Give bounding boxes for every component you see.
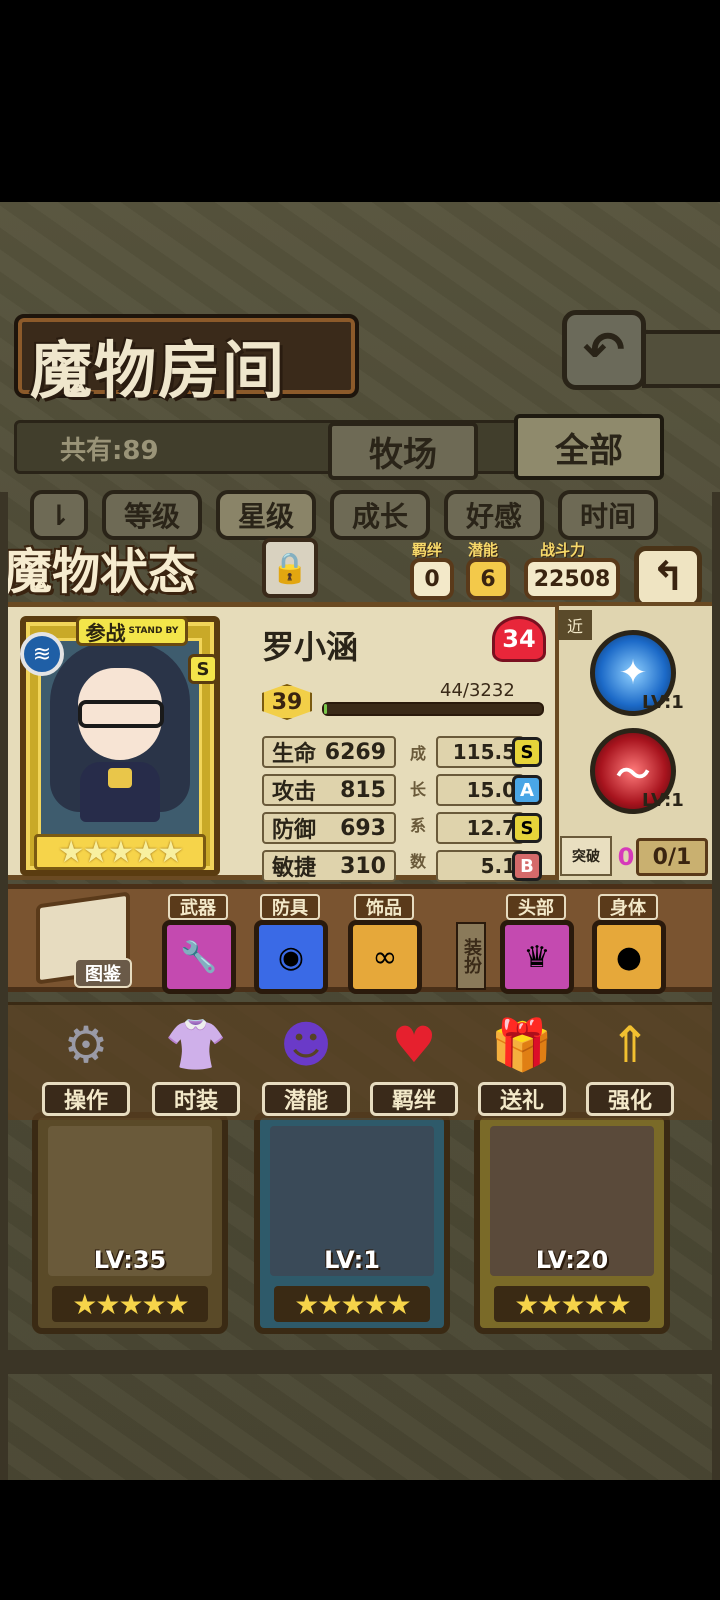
monster-stars-2: ★★★★★ <box>274 1286 430 1322</box>
body-slot[interactable]: ● <box>592 920 666 994</box>
power-value: 22508 <box>524 558 620 600</box>
monster-stars-3: ★★★★★ <box>494 1286 650 1322</box>
action-bond[interactable]: ♥ 羁绊 <box>366 1002 462 1118</box>
monster-bow <box>108 768 132 788</box>
armor-slot-label: 防具 <box>260 894 320 920</box>
monster-card-2[interactable]: LV:1 ★★★★★ <box>254 1112 450 1334</box>
action-potential[interactable]: ☻ 潜能 <box>258 1002 354 1118</box>
monster-level-1: LV:35 <box>93 1246 167 1274</box>
crown-icon: ♛ <box>523 939 551 975</box>
growth-def: 12.7 <box>436 812 524 844</box>
body-slot-label: 身体 <box>598 894 658 920</box>
lock-icon: 🔒 <box>271 550 309 586</box>
monster-card-1[interactable]: LV:35 ★★★★★ <box>32 1112 228 1334</box>
monster-count: 共有:89 <box>60 436 159 466</box>
codex-label[interactable]: 图鉴 <box>74 958 132 988</box>
break-progress[interactable]: 0/1 <box>636 838 708 876</box>
back-arrow-icon: ↶ <box>583 321 625 379</box>
stat-def: 防御 693 <box>262 812 396 844</box>
shield-icon: ◉ <box>277 939 305 975</box>
demon-icon: ☻ <box>279 1016 333 1074</box>
stat-hp: 生命 6269 <box>262 736 396 768</box>
weapon-slot-label: 武器 <box>168 894 228 920</box>
grade-agi: B <box>512 851 542 881</box>
potential-label: 潜能 <box>468 541 499 559</box>
action-operate[interactable]: ⚙ 操作 <box>38 1002 134 1118</box>
up-arrows-icon: ⇑ <box>609 1016 651 1074</box>
grade-def: S <box>512 813 542 843</box>
room-title: 魔物房间 <box>30 334 287 407</box>
close-status-button[interactable]: ↰ <box>634 546 702 608</box>
growth-hp: 115.5 <box>436 736 524 768</box>
accessory-slot-label: 饰品 <box>354 894 414 920</box>
game-area: 魔物房间 ↶ 共有:89 牧场 全部 ⇂ 等级 星级 成长 好感 时间 LV:3… <box>0 202 720 1480</box>
exp-text: 44/3232 <box>440 680 515 701</box>
ring-icon: ∞ <box>372 939 398 975</box>
sort-growth[interactable]: 成长 <box>330 490 430 540</box>
stat-agi: 敏捷 310 <box>262 850 396 882</box>
action-gift[interactable]: 🎁 送礼 <box>474 1002 570 1118</box>
back-button[interactable]: ↶ <box>562 310 646 390</box>
monster-stars-1: ★★★★★ <box>52 1286 208 1322</box>
screen: 魔物房间 ↶ 共有:89 牧场 全部 ⇂ 等级 星级 成长 好感 时间 LV:3… <box>0 0 720 1600</box>
armor-slot[interactable]: ◉ <box>254 920 328 994</box>
exp-bar <box>322 702 544 716</box>
list-bottom-border <box>0 1350 720 1374</box>
affinity-heart: 34 <box>492 616 546 662</box>
weapon-slot[interactable]: 🔧 <box>162 920 236 994</box>
heartbeat-skill-icon: 〜 <box>616 754 650 795</box>
sort-order-icon: ⇂ <box>47 498 71 532</box>
clothes-icon: 👚 <box>164 1015 228 1074</box>
sort-star[interactable]: 星级 <box>216 490 316 540</box>
potential-value: 6 <box>466 558 510 600</box>
coin-icon: ● <box>615 939 643 975</box>
sparkle-skill-icon: ✦ <box>618 653 648 693</box>
growth-agi: 5.1 <box>436 850 524 882</box>
accessory-slot[interactable]: ∞ <box>348 920 422 994</box>
monster-card-3[interactable]: LV:20 ★★★★★ <box>474 1112 670 1334</box>
standby-badge: 参战 STAND BY <box>76 616 188 646</box>
back-button-tail <box>642 330 720 388</box>
sort-affinity[interactable]: 好感 <box>444 490 544 540</box>
hearts-icon: ♥ <box>391 1016 437 1074</box>
water-element-icon: ≋ <box>20 632 64 676</box>
bond-value: 0 <box>410 558 454 600</box>
action-fashion[interactable]: 👚 时装 <box>148 1002 244 1118</box>
sort-time[interactable]: 时间 <box>558 490 658 540</box>
status-title: 魔物状态 <box>4 544 197 600</box>
monster-level-3: LV:20 <box>535 1246 609 1274</box>
monster-glasses <box>78 700 164 728</box>
lock-button[interactable]: 🔒 <box>262 538 318 598</box>
growth-coefficient-label: 成 长 系 数 <box>409 744 426 871</box>
star-icon: ★★★★★ <box>57 834 184 870</box>
dress-label: 装扮 <box>456 922 486 990</box>
grade-atk: A <box>512 775 542 805</box>
power-label: 战斗力 <box>540 541 586 559</box>
grade-hp: S <box>512 737 542 767</box>
gear-icon: ⚙ <box>63 1016 109 1074</box>
growth-atk: 15.0 <box>436 774 524 806</box>
return-arrow-icon: ↰ <box>651 554 685 600</box>
skill-2-level: LV:1 <box>642 790 684 811</box>
gift-icon: 🎁 <box>490 1015 554 1074</box>
tab-all[interactable]: 全部 <box>514 414 664 480</box>
wrench-icon: 🔧 <box>180 939 218 975</box>
head-slot-label: 头部 <box>506 894 566 920</box>
head-slot[interactable]: ♛ <box>500 920 574 994</box>
bond-label: 羁绊 <box>412 541 443 559</box>
stat-atk: 攻击 815 <box>262 774 396 806</box>
exp-bar-fill <box>324 704 328 714</box>
monster-level-2: LV:1 <box>324 1246 380 1274</box>
range-tag: 近 <box>558 610 592 640</box>
break-label: 突破 <box>560 836 612 876</box>
skill-1-level: LV:1 <box>642 692 684 713</box>
tab-ranch[interactable]: 牧场 <box>328 422 478 480</box>
rank-badge: S <box>188 654 218 684</box>
action-enhance[interactable]: ⇑ 强化 <box>582 1002 678 1118</box>
monster-name: 罗小涵 <box>262 628 359 666</box>
monster-stars: ★★★★★ <box>34 834 206 870</box>
